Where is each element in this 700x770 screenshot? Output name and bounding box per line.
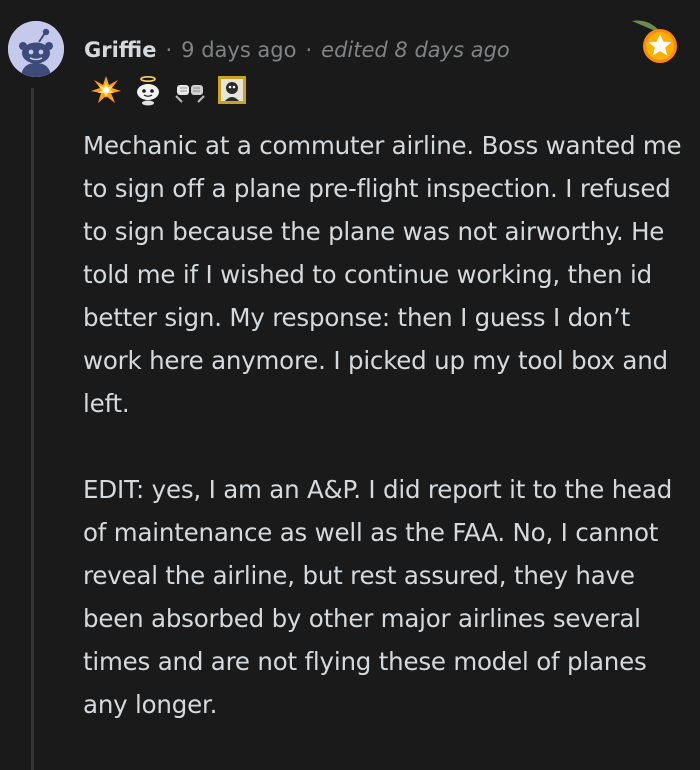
framed-portrait-award-icon[interactable] xyxy=(216,74,248,106)
thread-line[interactable] xyxy=(31,88,34,770)
timestamp[interactable]: 9 days ago xyxy=(181,38,296,62)
comment-body: Mechanic at a commuter airline. Boss wan… xyxy=(83,124,683,726)
comment-header: Griffie · 9 days ago · edited 8 days ago xyxy=(84,34,510,66)
avatar[interactable] xyxy=(8,21,64,77)
burst-award-icon[interactable] xyxy=(90,74,122,106)
separator: · xyxy=(165,38,173,62)
comment-paragraph: Mechanic at a commuter airline. Boss wan… xyxy=(83,131,682,418)
awards-row xyxy=(90,74,248,106)
fist-bump-award-icon[interactable] xyxy=(174,74,206,106)
snoo-halo-award-icon[interactable] xyxy=(132,74,164,106)
star-badge-icon xyxy=(632,20,677,63)
comment-paragraph: EDIT: yes, I am an A&P. I did report it … xyxy=(83,475,673,719)
author-name[interactable]: Griffie xyxy=(84,38,156,62)
separator: · xyxy=(305,38,313,62)
edited-label: edited 8 days ago xyxy=(321,38,510,62)
snoo-avatar-icon xyxy=(8,21,64,77)
star-badge[interactable] xyxy=(628,16,680,68)
